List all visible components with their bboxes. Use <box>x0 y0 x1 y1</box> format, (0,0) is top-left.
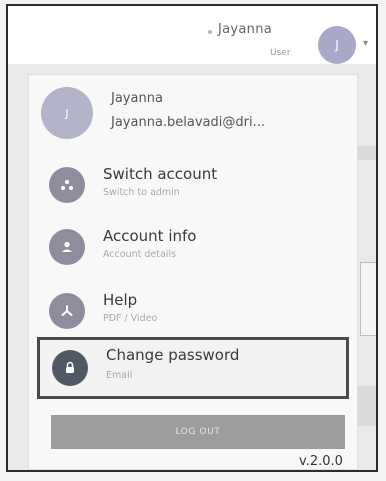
menu-item-subtitle: Email <box>106 370 133 381</box>
menu-item-subtitle: Switch to admin <box>103 187 180 198</box>
profile-name: Jayanna <box>111 91 163 106</box>
background-strip <box>358 386 376 426</box>
menu-item-change-password[interactable]: Change password Email <box>37 337 349 399</box>
help-icon <box>49 293 85 329</box>
header-user-role: User <box>270 48 291 58</box>
menu-item-help[interactable]: Help PDF / Video <box>41 285 341 341</box>
menu-item-account-info[interactable]: Account info Account details <box>41 221 341 277</box>
switch-account-icon <box>49 167 85 203</box>
logout-button[interactable]: LOG OUT <box>51 415 345 449</box>
user-avatar-button[interactable]: J <box>318 26 356 64</box>
screenshot-frame: Jayanna User J ▾ J Jayanna Jayanna.belav… <box>6 4 378 472</box>
menu-item-subtitle: Account details <box>103 249 177 260</box>
person-icon <box>49 229 85 265</box>
menu-item-label: Account info <box>103 227 197 245</box>
profile-email: Jayanna.belavadi@dri... <box>111 115 265 130</box>
account-dropdown-menu: J Jayanna Jayanna.belavadi@dri... Switch… <box>28 74 358 470</box>
top-bar: Jayanna User J ▾ <box>8 6 376 64</box>
chevron-down-icon[interactable]: ▾ <box>363 38 368 49</box>
background-panel <box>360 262 376 336</box>
header-dot <box>208 30 212 34</box>
menu-item-label: Help <box>103 291 138 309</box>
lock-icon <box>52 350 88 386</box>
profile-summary: J Jayanna Jayanna.belavadi@dri... <box>41 87 341 147</box>
profile-avatar: J <box>41 87 93 139</box>
background-strip <box>358 146 376 160</box>
app-version: v.2.0.0 <box>299 454 343 469</box>
menu-item-label: Switch account <box>103 165 218 183</box>
menu-item-subtitle: PDF / Video <box>103 313 158 324</box>
menu-item-switch-account[interactable]: Switch account Switch to admin <box>41 159 341 215</box>
menu-item-label: Change password <box>106 346 240 364</box>
header-user-name: Jayanna <box>218 22 273 37</box>
